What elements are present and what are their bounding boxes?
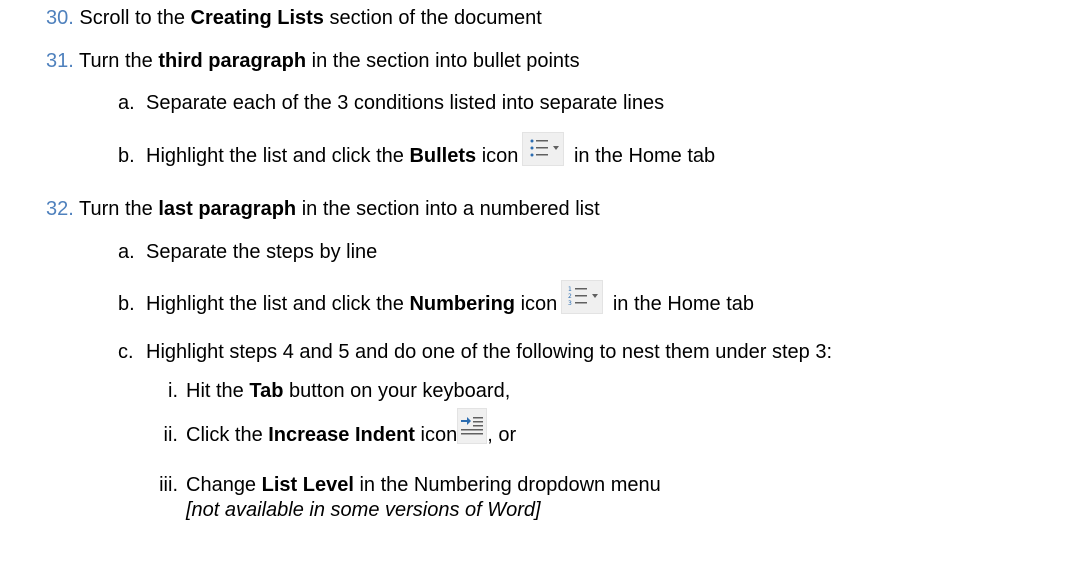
substep-marker: a. xyxy=(118,241,135,263)
substep-text: Separate the steps by line xyxy=(146,241,378,263)
substep-text-mid: icon xyxy=(476,145,519,167)
roman-text-bold: Increase Indent xyxy=(268,424,415,446)
substep-31b: b. Highlight the list and click the Bulle… xyxy=(118,131,716,176)
substep-marker: c. xyxy=(118,341,134,363)
roman-marker: i. xyxy=(168,380,178,402)
svg-text:1: 1 xyxy=(568,286,572,293)
step-text-bold: third paragraph xyxy=(158,50,307,72)
instruction-document: 30. Scroll to the Creating Lists section… xyxy=(0,0,1088,573)
svg-text:2: 2 xyxy=(568,293,572,300)
step-text-post: section of the document xyxy=(323,7,542,29)
step-text-pre: Scroll to the xyxy=(79,7,191,29)
step-text-post: in the section into bullet points xyxy=(306,50,580,72)
substep-32a: a. Separate the steps by line xyxy=(118,240,377,264)
step-30: 30. Scroll to the Creating Lists section… xyxy=(46,6,542,30)
roman-text-pre: Change xyxy=(186,474,262,496)
step-text-pre: Turn the xyxy=(79,198,159,220)
substep-marker: a. xyxy=(118,92,135,114)
bullets-icon xyxy=(522,131,565,166)
substep-32b: b. Highlight the list and click the Numbe… xyxy=(118,279,755,324)
roman-text-pre: Click the xyxy=(186,424,269,446)
roman-marker: iii. xyxy=(159,474,178,496)
svg-text:3: 3 xyxy=(568,300,572,307)
step-text-bold: Creating Lists xyxy=(190,7,324,29)
substep-32c-iii: iii. Change List Level in the Numbering d… xyxy=(148,473,661,497)
roman-text-post: button on your keyboard, xyxy=(283,380,511,402)
step-32: 32. Turn the last paragraph in the secti… xyxy=(46,197,600,221)
roman-marker: ii. xyxy=(163,424,178,446)
step-31: 31. Turn the third paragraph in the sect… xyxy=(46,49,580,73)
roman-text-bold: List Level xyxy=(261,474,354,496)
substep-32c-i: i. Hit the Tab button on your keyboard, xyxy=(148,379,510,403)
roman-text-post: , or xyxy=(487,424,517,446)
substep-text: Highlight steps 4 and 5 and do one of th… xyxy=(146,341,833,363)
increase-indent-icon xyxy=(457,407,488,444)
numbering-icon: 1 2 3 xyxy=(561,279,604,314)
substep-32c-ii: ii. Click the Increase Indent icon , or xyxy=(148,407,517,455)
substep-text-post: in the Home tab xyxy=(607,293,755,315)
substep-text-pre: Highlight the list and click the xyxy=(146,293,410,315)
substep-text-bold: Numbering xyxy=(409,293,516,315)
roman-text-mid: icon xyxy=(414,424,458,446)
version-note-text: [not available in some versions of Word] xyxy=(186,499,541,521)
substep-text-post: in the Home tab xyxy=(568,145,716,167)
substep-text: Separate each of the 3 conditions listed… xyxy=(146,92,665,114)
step-text-bold: last paragraph xyxy=(158,198,297,220)
substep-32c: c. Highlight steps 4 and 5 and do one of … xyxy=(118,340,832,364)
substep-marker: b. xyxy=(118,293,135,315)
step-number: 32. xyxy=(46,198,74,220)
version-note: [not available in some versions of Word] xyxy=(186,498,541,522)
substep-text-bold: Bullets xyxy=(409,145,477,167)
roman-text-pre: Hit the xyxy=(186,380,250,402)
roman-text-bold: Tab xyxy=(249,380,284,402)
substep-marker: b. xyxy=(118,145,135,167)
roman-text-post: in the Numbering dropdown menu xyxy=(353,474,661,496)
substep-text-pre: Highlight the list and click the xyxy=(146,145,410,167)
step-text-post: in the section into a numbered list xyxy=(296,198,600,220)
step-number: 31. xyxy=(46,50,74,72)
step-number: 30. xyxy=(46,7,74,29)
step-text-pre: Turn the xyxy=(79,50,159,72)
substep-31a: a. Separate each of the 3 conditions list… xyxy=(118,91,664,115)
substep-text-mid: icon xyxy=(515,293,558,315)
